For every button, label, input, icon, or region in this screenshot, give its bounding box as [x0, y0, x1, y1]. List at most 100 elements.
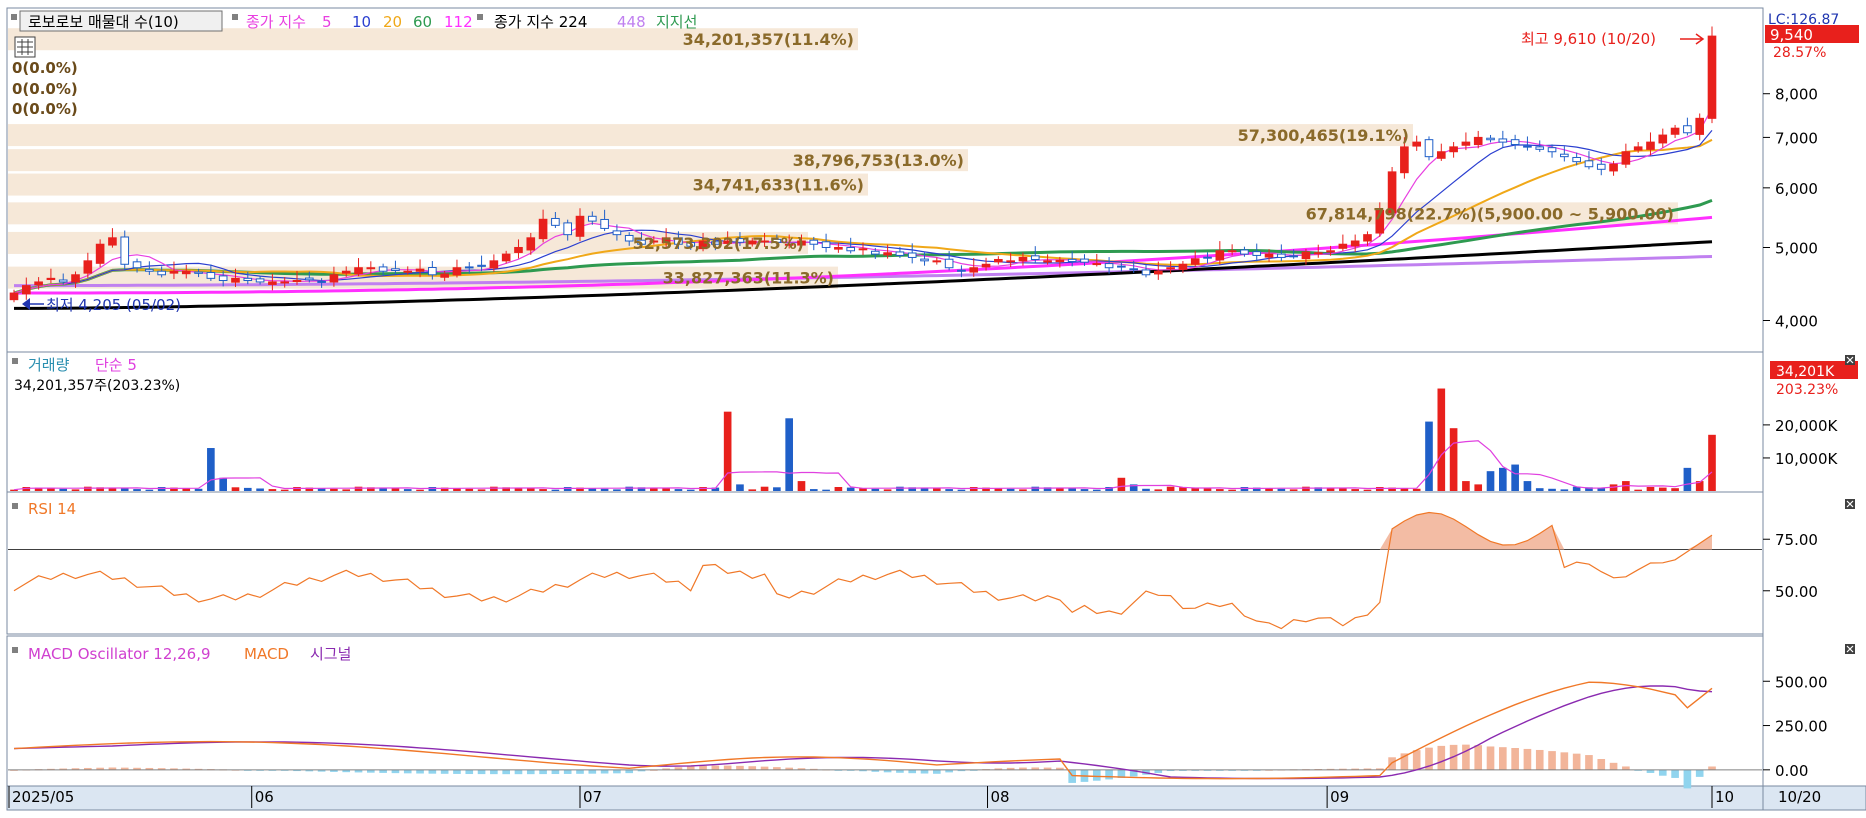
- volume-bar: [785, 418, 793, 491]
- volume-bar: [403, 489, 412, 491]
- candle-body: [1412, 141, 1422, 147]
- candle-body: [612, 230, 622, 236]
- close-icon[interactable]: [1845, 499, 1855, 509]
- close-icon[interactable]: [1845, 355, 1855, 365]
- volume-bar: [391, 488, 400, 491]
- candle-body: [1227, 250, 1237, 253]
- macd-oscillator-bar: [416, 769, 424, 774]
- table-icon[interactable]: [14, 36, 36, 58]
- volume-bar: [1671, 488, 1679, 491]
- volume-bar: [600, 488, 609, 491]
- candle-body: [1609, 163, 1618, 172]
- close-icon[interactable]: [1845, 644, 1855, 654]
- candle-body: [932, 260, 942, 263]
- candle-body: [1326, 250, 1335, 253]
- candle-body: [1190, 258, 1200, 265]
- macd-oscillator-bar: [1548, 751, 1556, 770]
- highest-price-label: 최고 9,610 (10/20): [1521, 30, 1656, 48]
- macd-oscillator-bar: [1658, 769, 1667, 776]
- candle-body: [1683, 125, 1692, 134]
- volume-bar: [1425, 421, 1433, 491]
- legend-ma112[interactable]: 112: [444, 13, 473, 31]
- candle-body: [108, 237, 117, 246]
- candle-body: [895, 251, 905, 256]
- volume-bar: [760, 486, 769, 491]
- volume-bar: [1535, 488, 1544, 491]
- legend-ma224[interactable]: 종가 지수 224: [494, 13, 587, 31]
- candle-body: [526, 237, 536, 251]
- volume-bar: [883, 489, 892, 491]
- macd-label[interactable]: MACD: [244, 645, 289, 663]
- legend-ma10[interactable]: 10: [352, 13, 371, 31]
- candle-body: [1461, 141, 1471, 146]
- candle-body: [477, 264, 486, 267]
- volume-bar: [120, 488, 129, 491]
- x-tick-label: 06: [255, 788, 274, 806]
- candle-body: [846, 246, 856, 252]
- zero-band-label: 0(0.0%): [12, 59, 78, 77]
- legend-ma5[interactable]: 5: [322, 13, 332, 31]
- volume-bar: [1437, 388, 1446, 491]
- candle-body: [1646, 141, 1655, 150]
- candle-body: [304, 277, 314, 281]
- legend-ma20[interactable]: 20: [383, 13, 402, 31]
- candle-body: [969, 267, 979, 273]
- volume-title[interactable]: 거래량: [28, 356, 70, 374]
- macd-oscillator-bar: [1105, 769, 1113, 780]
- rsi-tick-label: 50.00: [1775, 583, 1818, 601]
- macd-tick-label: 250.00: [1775, 718, 1828, 736]
- macd-title[interactable]: MACD Oscillator 12,26,9: [28, 645, 211, 663]
- volume-bar: [1006, 488, 1015, 491]
- legend-support[interactable]: 지지선: [656, 13, 697, 31]
- rsi-title[interactable]: RSI 14: [28, 500, 76, 518]
- chart-canvas[interactable]: 34,201,357(11.4%) 57,300,465(19.1%) 38,796…: [0, 0, 1866, 814]
- legend-ma448[interactable]: 448: [617, 13, 646, 31]
- candle-body: [821, 241, 831, 248]
- volume-bar: [465, 488, 474, 491]
- volume-bar: [1117, 477, 1126, 491]
- legend-marker: [12, 503, 18, 509]
- legend-ma-label[interactable]: 종가 지수: [246, 13, 306, 31]
- legend-box-label[interactable]: 로보로보 매물대 수(10): [28, 13, 179, 31]
- candle-body: [391, 268, 400, 272]
- price-tick-label: 6,000: [1775, 180, 1818, 198]
- candle-body: [9, 292, 19, 301]
- legend-ma60[interactable]: 60: [413, 13, 432, 31]
- legend-marker: [12, 358, 18, 364]
- candle-body: [1560, 153, 1569, 158]
- volume-bar: [1277, 488, 1286, 491]
- candle-body: [1104, 263, 1114, 269]
- volume-bar: [896, 486, 904, 491]
- candle-body: [95, 243, 105, 264]
- candle-body: [157, 270, 166, 276]
- candle-body: [551, 217, 560, 226]
- macd-oscillator-bar: [1560, 752, 1569, 770]
- volume-ma-label[interactable]: 단순 5: [95, 356, 137, 374]
- candle-body: [464, 266, 474, 269]
- candle-body: [858, 248, 868, 251]
- macd-oscillator-bar: [1092, 769, 1101, 781]
- macd-oscillator-bar: [1523, 748, 1532, 770]
- volume-last-value: 34,201K: [1776, 364, 1835, 380]
- volume-bar: [1031, 486, 1040, 491]
- signal-label[interactable]: 시그널: [310, 645, 351, 663]
- volume-profile-band-label: 38,796,753(13.0%): [793, 151, 964, 170]
- candle-body: [600, 218, 609, 229]
- legend-marker: [12, 647, 18, 653]
- candle-body: [268, 281, 277, 285]
- candle-body: [243, 277, 253, 282]
- macd-oscillator-bar: [477, 769, 486, 775]
- volume-bar: [1548, 488, 1556, 491]
- volume-bar: [1560, 489, 1569, 491]
- candle-body: [46, 277, 56, 281]
- volume-bar: [723, 411, 732, 491]
- volume-bar: [1412, 488, 1421, 491]
- volume-bar: [834, 487, 843, 491]
- candle-body: [34, 281, 43, 286]
- volume-tick-label: 10,000K: [1775, 450, 1838, 468]
- candle-body: [1117, 265, 1126, 268]
- macd-oscillator-bar: [1597, 759, 1606, 770]
- candle-body: [883, 252, 892, 256]
- volume-bar: [1499, 467, 1507, 491]
- macd-oscillator-bar: [490, 769, 498, 775]
